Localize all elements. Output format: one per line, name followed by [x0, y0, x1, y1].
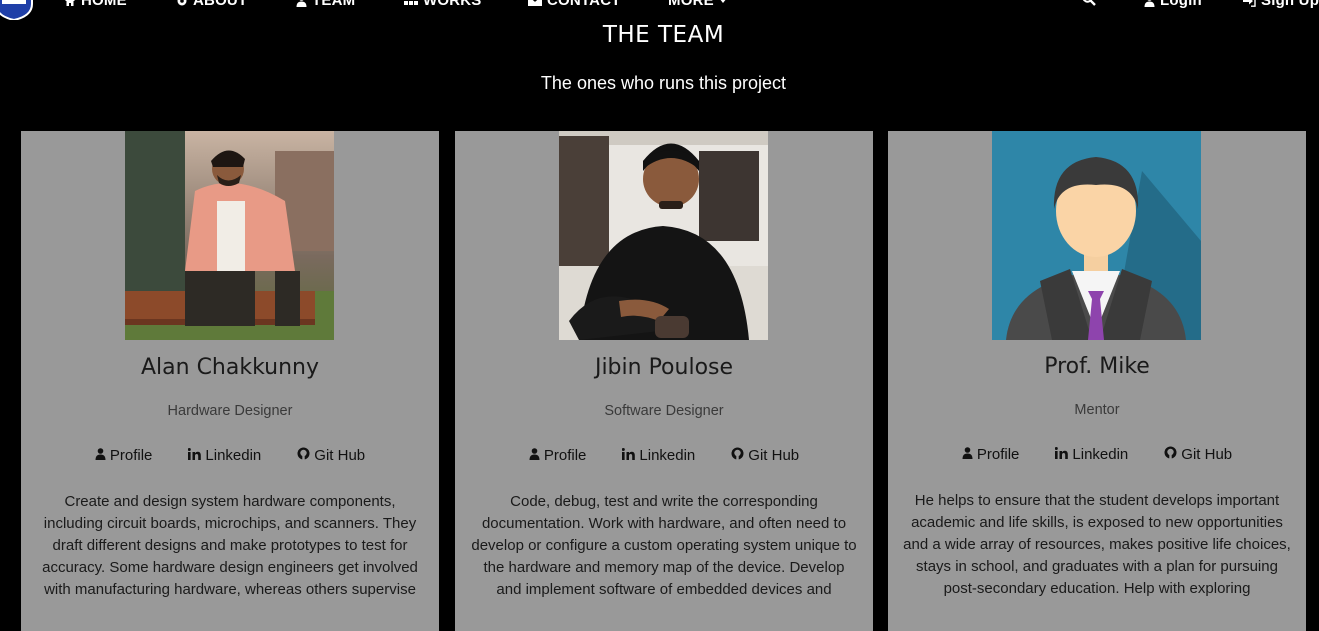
nav-signup-label: Sign Up — [1261, 0, 1319, 9]
card-role: Software Designer — [455, 403, 873, 419]
nav-about-label: ABOUT — [193, 0, 247, 9]
github-link-label: Git Hub — [1181, 446, 1232, 463]
card-name: Prof. Mike — [888, 354, 1306, 379]
nav-works-label: WORKS — [423, 0, 482, 9]
caret-down-icon — [719, 0, 727, 4]
nav-signup[interactable]: Sign Up — [1243, 0, 1319, 9]
linkedin-link-label: Linkedin — [639, 447, 695, 464]
linkedin-icon — [188, 447, 201, 464]
gear-icon — [176, 0, 188, 7]
github-link[interactable]: Git Hub — [1164, 446, 1232, 463]
linkedin-icon — [622, 447, 635, 464]
nav-team-label: TEAM — [312, 0, 355, 9]
page-title: THE TEAM — [0, 22, 1319, 48]
brand-logo[interactable] — [0, 0, 36, 20]
card-links: Profile Linkedin Git Hub — [21, 447, 439, 464]
github-icon — [731, 447, 744, 464]
navbar: HOME ABOUT TEAM WORKS CONTACT MORE — [0, 0, 1319, 10]
card-description: Create and design system hardware compon… — [35, 491, 425, 601]
nav-login-label: Login — [1160, 0, 1202, 9]
linkedin-link[interactable]: Linkedin — [188, 447, 261, 464]
github-link-label: Git Hub — [314, 447, 365, 464]
profile-photo-jibin — [559, 131, 768, 340]
nav-contact-label: CONTACT — [547, 0, 621, 9]
linkedin-link-label: Linkedin — [205, 447, 261, 464]
home-icon — [64, 0, 76, 7]
card-role: Hardware Designer — [21, 403, 439, 419]
user-icon — [95, 447, 106, 464]
mail-icon — [528, 0, 542, 6]
user-icon — [296, 0, 307, 7]
card-role: Mentor — [888, 402, 1306, 418]
profile-link[interactable]: Profile — [529, 447, 587, 464]
profile-link-label: Profile — [110, 447, 153, 464]
profile-link-label: Profile — [977, 446, 1020, 463]
card-description: Code, debug, test and write the correspo… — [469, 491, 859, 601]
linkedin-link[interactable]: Linkedin — [622, 447, 695, 464]
nav-home[interactable]: HOME — [64, 0, 127, 9]
nav-more[interactable]: MORE — [668, 0, 727, 9]
card-description: He helps to ensure that the student deve… — [902, 490, 1292, 600]
grid-icon — [404, 0, 418, 6]
user-icon — [1144, 0, 1155, 7]
user-icon — [529, 447, 540, 464]
github-link[interactable]: Git Hub — [731, 447, 799, 464]
search-button[interactable] — [1082, 0, 1096, 6]
team-card-mike: Prof. Mike Mentor Profile Linkedin Git H… — [888, 131, 1306, 631]
github-link-label: Git Hub — [748, 447, 799, 464]
profile-link[interactable]: Profile — [95, 447, 153, 464]
nav-about[interactable]: ABOUT — [176, 0, 247, 9]
search-icon — [1082, 0, 1096, 6]
nav-contact[interactable]: CONTACT — [528, 0, 621, 9]
team-card-alan: Alan Chakkunny Hardware Designer Profile… — [21, 131, 439, 631]
page-subtitle: The ones who runs this project — [0, 73, 1319, 94]
nav-login[interactable]: Login — [1144, 0, 1202, 9]
linkedin-link[interactable]: Linkedin — [1055, 446, 1128, 463]
profile-photo-mike — [992, 131, 1201, 340]
linkedin-icon — [1055, 446, 1068, 463]
profile-link-label: Profile — [544, 447, 587, 464]
nav-home-label: HOME — [81, 0, 127, 9]
linkedin-link-label: Linkedin — [1072, 446, 1128, 463]
card-name: Jibin Poulose — [455, 355, 873, 380]
nav-more-label: MORE — [668, 0, 714, 9]
sign-in-icon — [1243, 0, 1256, 7]
nav-team[interactable]: TEAM — [296, 0, 355, 9]
nav-works[interactable]: WORKS — [404, 0, 482, 9]
github-icon — [1164, 446, 1177, 463]
user-icon — [962, 446, 973, 463]
card-links: Profile Linkedin Git Hub — [888, 446, 1306, 463]
card-links: Profile Linkedin Git Hub — [455, 447, 873, 464]
profile-photo-alan — [125, 131, 334, 340]
team-card-jibin: Jibin Poulose Software Designer Profile … — [455, 131, 873, 631]
github-icon — [297, 447, 310, 464]
profile-link[interactable]: Profile — [962, 446, 1020, 463]
card-name: Alan Chakkunny — [21, 355, 439, 380]
github-link[interactable]: Git Hub — [297, 447, 365, 464]
